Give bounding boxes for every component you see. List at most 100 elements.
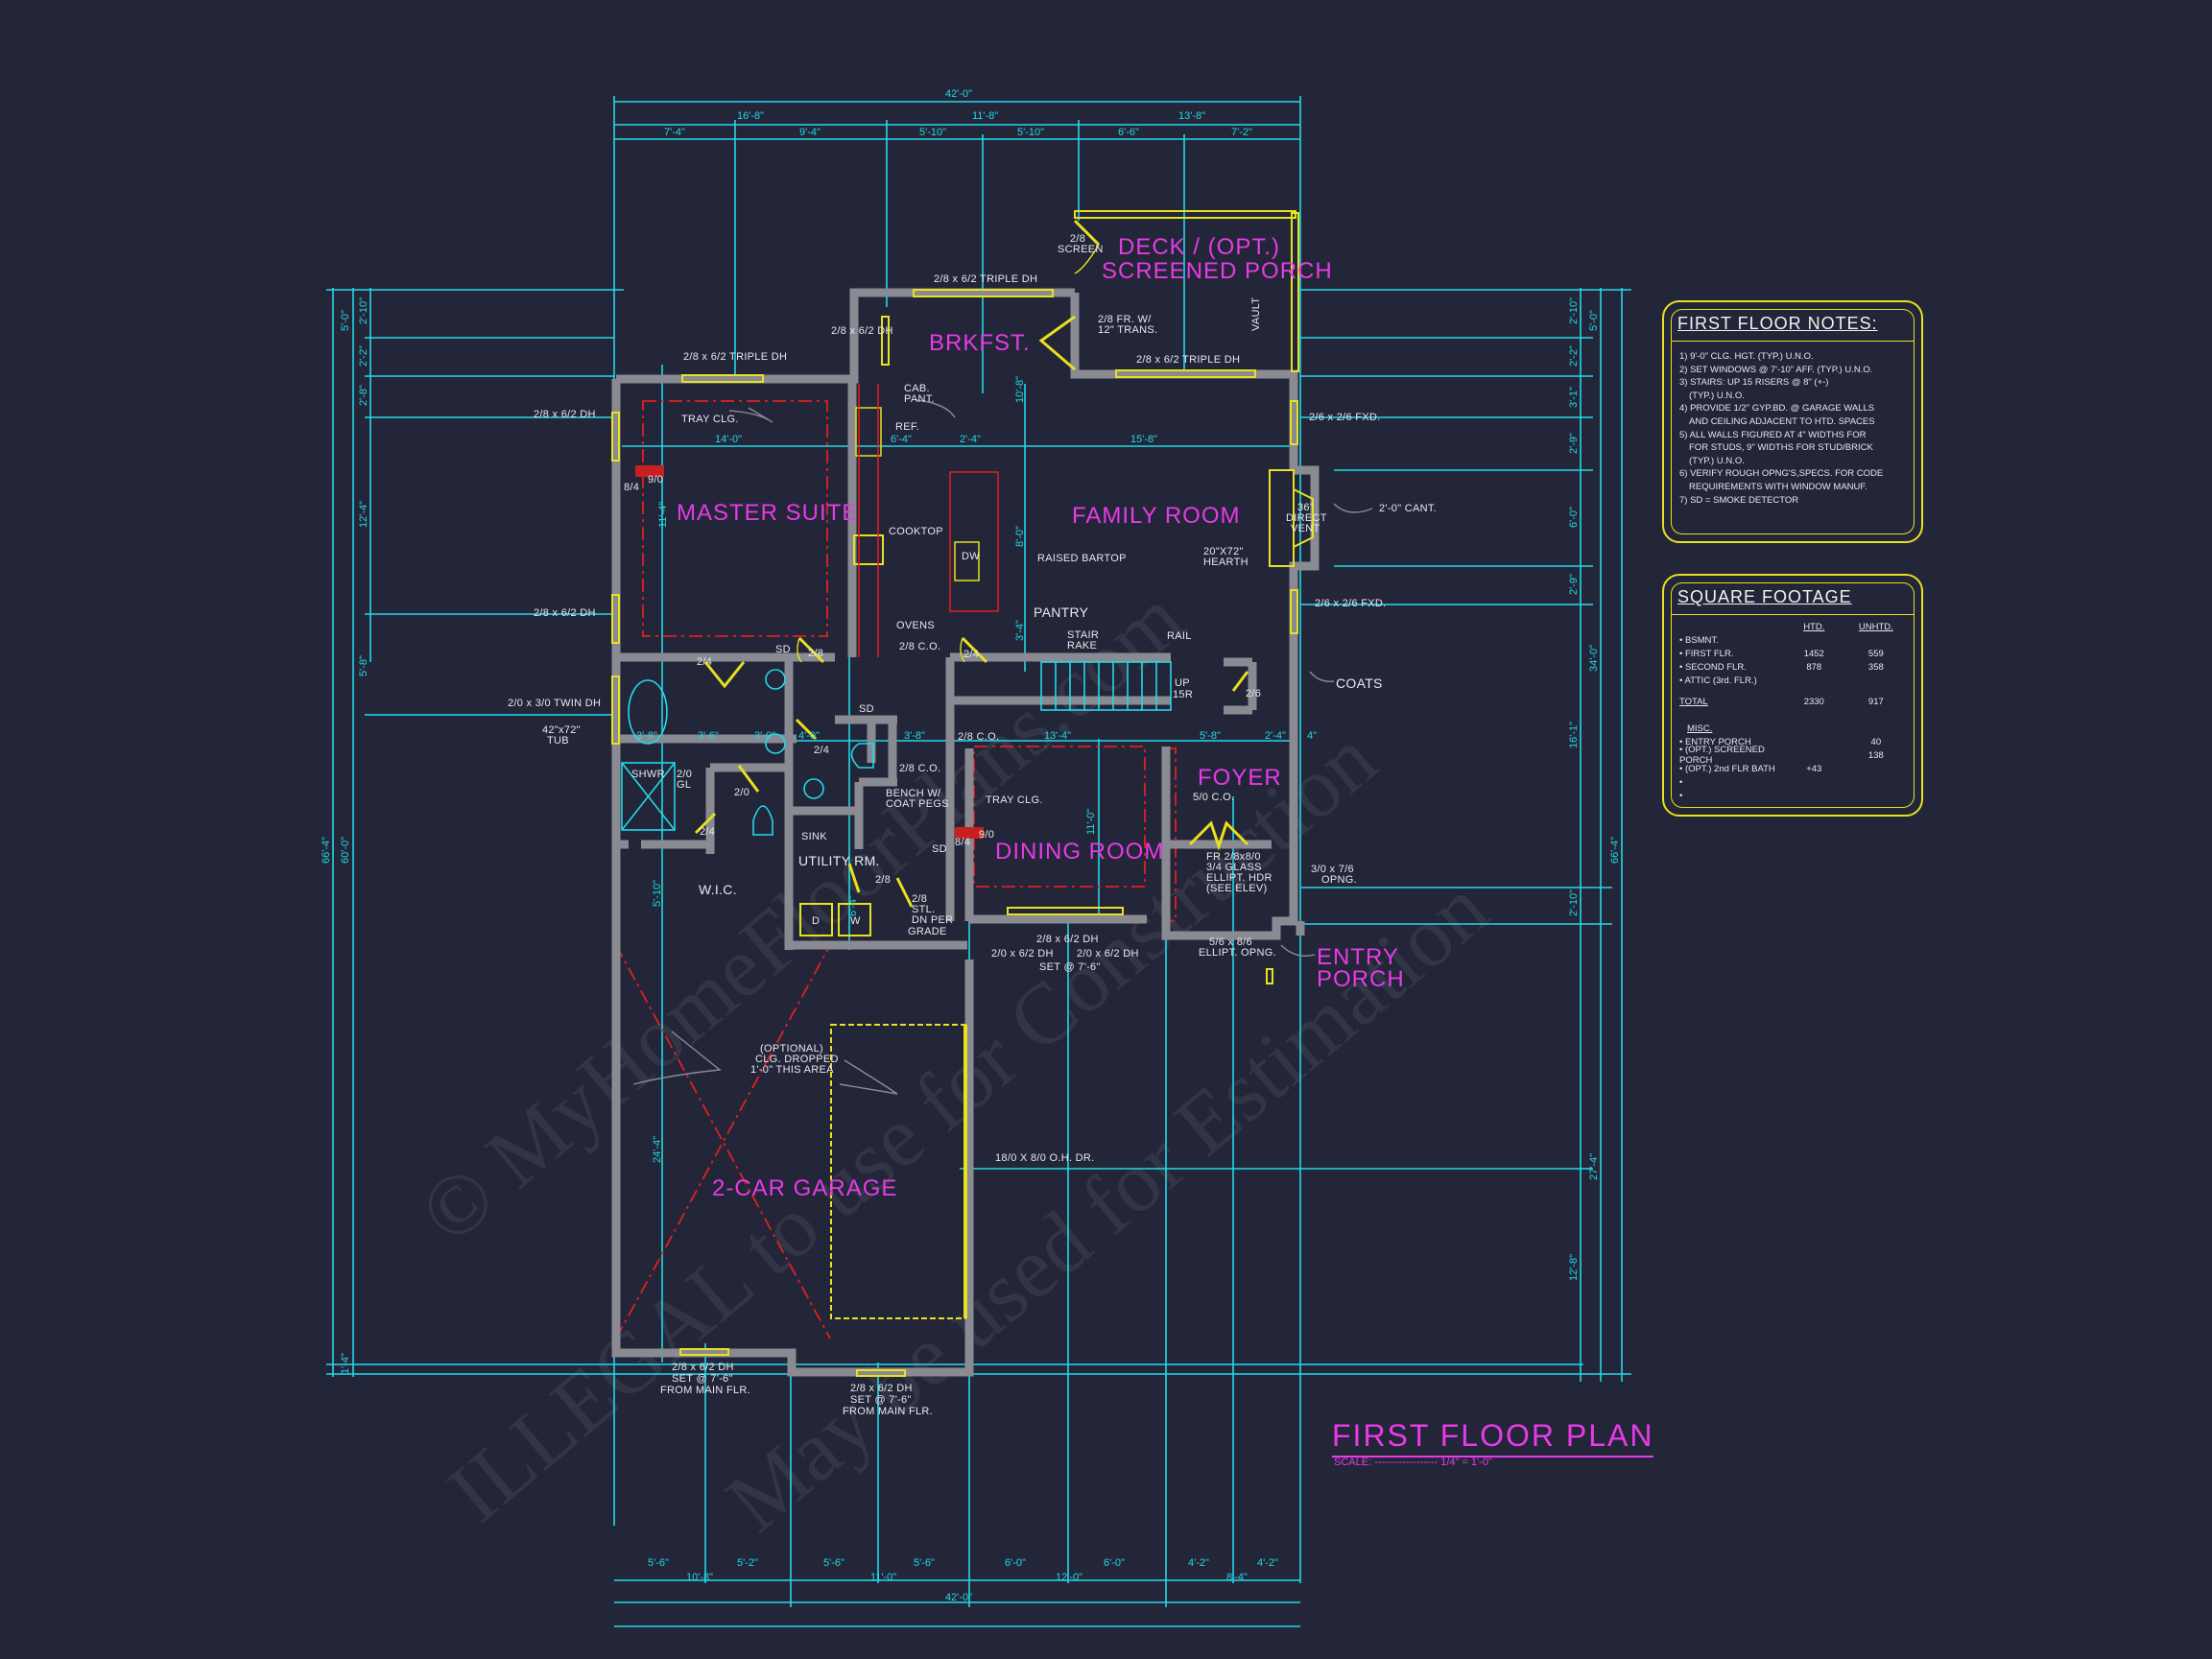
scale-label: SCALE: bbox=[1334, 1457, 1372, 1468]
dim-interior: 2'-4" bbox=[1265, 730, 1286, 742]
dim-interior: 13'-4" bbox=[1044, 730, 1071, 742]
dim-top-detail: 5'-10" bbox=[919, 127, 946, 138]
sd-label-3: SD bbox=[932, 843, 947, 855]
notes-list: 1) 9'-0" CLG. HGT. (TYP.) U.N.O. 2) SET … bbox=[1679, 350, 1883, 507]
dim-top-mid: 13'-8" bbox=[1178, 110, 1205, 122]
dryer-label: D bbox=[812, 915, 820, 927]
dim-bottom-detail: 4'-2" bbox=[1188, 1557, 1209, 1569]
stair-risers-label: 15R bbox=[1173, 689, 1193, 700]
stair-up-label: UP bbox=[1175, 677, 1190, 689]
drawing-title: FIRST FLOOR PLAN bbox=[1332, 1418, 1654, 1458]
dim-interior: 4" bbox=[1307, 730, 1317, 742]
door-label: 2/0 bbox=[734, 787, 749, 798]
room-wic: W.I.C. bbox=[699, 882, 737, 897]
room-master-suite: MASTER SUITE bbox=[677, 500, 858, 526]
col-htd: HTD. bbox=[1803, 621, 1825, 632]
square-footage-panel: SQUARE FOOTAGE HTD. UNHTD. • BSMNT. • FI… bbox=[1662, 574, 1923, 817]
dim-right-detail: 2'-10" bbox=[1568, 297, 1580, 324]
dim-interior: 3'-8" bbox=[904, 730, 925, 742]
ellipt-opening-label-2: ELLIPT. OPNG. bbox=[1199, 947, 1276, 959]
window-brkfst-side bbox=[881, 316, 890, 366]
note-item: 3) STAIRS: UP 15 RISERS @ 8" (+-) bbox=[1679, 377, 1829, 389]
dim-top-detail: 5'-10" bbox=[1017, 127, 1044, 138]
room-brkfst: BRKFST. bbox=[929, 330, 1031, 356]
note-item: 1) 9'-0" CLG. HGT. (TYP.) U.N.O. bbox=[1679, 351, 1814, 362]
dim-interior: 3'-0" bbox=[754, 730, 775, 742]
dim-left-mid: 60'-0" bbox=[340, 837, 351, 864]
dim-right-detail: 2'-9" bbox=[1568, 433, 1580, 454]
toilet bbox=[752, 805, 773, 836]
co-kitchen-label: 2/8 C.O. bbox=[899, 641, 940, 652]
note-item: (TYP.) U.N.O. bbox=[1689, 390, 1745, 401]
room-family: FAMILY ROOM bbox=[1072, 503, 1240, 529]
dim-interior: 4'-0" bbox=[798, 730, 820, 742]
dim-bottom-detail: 4'-2" bbox=[1257, 1557, 1278, 1569]
room-foyer: FOYER bbox=[1198, 765, 1282, 791]
dim-interior: 5'-8" bbox=[1200, 730, 1221, 742]
door-label: 2/4 bbox=[697, 656, 712, 668]
rail-label: RAIL bbox=[1167, 630, 1192, 642]
room-utility: UTILITY RM. bbox=[798, 853, 880, 868]
stair-rake-label-2: RAKE bbox=[1067, 640, 1097, 652]
note-item: 4) PROVIDE 1/2" GYP.BD. @ GARAGE WALLS bbox=[1679, 403, 1875, 415]
note-item: 2) SET WINDOWS @ 7'-10" AFF. (TYP.) U.N.… bbox=[1679, 364, 1873, 375]
cant-label: 2'-0" CANT. bbox=[1379, 503, 1437, 514]
opening-label-2: OPNG. bbox=[1321, 874, 1357, 886]
porch-screen-top bbox=[1074, 210, 1296, 219]
sqft-table: HTD. UNHTD. • BSMNT. • FIRST FLR. 1452 5… bbox=[1679, 620, 1906, 802]
dim-top-overall: 42'-0" bbox=[945, 88, 972, 100]
door-label: 2/4 bbox=[814, 745, 829, 756]
dim-bottom-detail: 6'-0" bbox=[1104, 1557, 1125, 1569]
room-deck-line1: DECK / (OPT.) bbox=[1118, 234, 1280, 260]
ceiling-height-label: 8/4 bbox=[955, 837, 970, 848]
dim-interior: 6'-4" bbox=[847, 895, 859, 916]
dim-left-detail: 12'-4" bbox=[358, 501, 369, 528]
vault-label: VAULT bbox=[1250, 297, 1262, 331]
dim-interior: 10'-8" bbox=[1014, 376, 1026, 403]
dn-grade-label: DN PER bbox=[912, 914, 953, 926]
foyer-door-label-4: (SEE ELEV) bbox=[1206, 883, 1268, 894]
dim-left-mid: 5'-0" bbox=[340, 310, 351, 331]
floor-plan-drawing: © MyHomeFloorPlans.com ILLEGAL to use fo… bbox=[321, 88, 1631, 1627]
dim-right-detail: 6'-0" bbox=[1568, 507, 1580, 528]
dim-right-mid: 27'-4" bbox=[1588, 1153, 1600, 1180]
dim-interior: 11'-0" bbox=[1085, 809, 1097, 835]
dn-grade-label-2: GRADE bbox=[908, 926, 947, 937]
dim-left-detail: 2'-10" bbox=[358, 297, 369, 324]
window-label: SET @ 7'-6" bbox=[672, 1373, 733, 1385]
dim-bottom-mid: 8'-4" bbox=[1226, 1572, 1248, 1583]
window-label: FROM MAIN FLR. bbox=[843, 1406, 933, 1417]
raised-bartop-label: RAISED BARTOP bbox=[1037, 553, 1127, 564]
room-deck-line2: SCREENED PORCH bbox=[1102, 258, 1333, 284]
dim-right-mid: 5'-0" bbox=[1588, 310, 1600, 331]
sqft-misc-row: • (OPT.) 2nd FLR BATH +43 bbox=[1679, 763, 1822, 774]
garage-note-3: 1'-0" THIS AREA bbox=[750, 1064, 834, 1076]
cab-pant-label-2: PANT. bbox=[904, 393, 935, 405]
first-floor-notes-panel: FIRST FLOOR NOTES: 1) 9'-0" CLG. HGT. (T… bbox=[1662, 300, 1923, 543]
window-label: 2/8 x 6/2 TRIPLE DH bbox=[683, 351, 787, 363]
tray-ceiling-label: TRAY CLG. bbox=[681, 414, 739, 425]
co-dining-label: 2/8 C.O. bbox=[958, 731, 999, 743]
dim-bottom-overall: 42'-0" bbox=[945, 1592, 972, 1603]
window-label: 2/8 x 6/2 DH bbox=[534, 607, 596, 619]
dim-bottom-detail: 5'-6" bbox=[914, 1557, 935, 1569]
window-label: 2/8 x 6/2 DH bbox=[534, 409, 596, 420]
window-label: SET @ 7'-6" bbox=[850, 1394, 912, 1406]
room-pantry: PANTRY bbox=[1034, 604, 1089, 620]
sqft-misc-row: • bbox=[1679, 776, 1683, 788]
sqft-row: • ATTIC (3rd. FLR.) bbox=[1679, 675, 1757, 686]
dim-top-detail: 7'-4" bbox=[664, 127, 685, 138]
dim-interior: 3'-6" bbox=[698, 730, 719, 742]
dim-top-mid: 16'-8" bbox=[737, 110, 764, 122]
window-label: 2/8 x 6/2 DH bbox=[672, 1362, 734, 1373]
dim-interior: 24'-4" bbox=[652, 1136, 663, 1163]
dim-interior: 8'-0" bbox=[1014, 526, 1026, 547]
note-item: AND CEILING ADJACENT TO HTD. SPACES bbox=[1689, 415, 1875, 427]
screen-door-label-2: SCREEN bbox=[1058, 244, 1104, 255]
co-hall-label: 2/8 C.O. bbox=[899, 763, 940, 774]
dim-right-overall: 66'-4" bbox=[1609, 837, 1621, 864]
dim-left-mid: 1'-4" bbox=[340, 1353, 351, 1374]
overhead-door-label: 18/0 X 8/0 O.H. DR. bbox=[995, 1152, 1095, 1164]
shower-glass-label-2: GL bbox=[677, 779, 691, 791]
dim-interior: 5'-10" bbox=[652, 880, 663, 907]
